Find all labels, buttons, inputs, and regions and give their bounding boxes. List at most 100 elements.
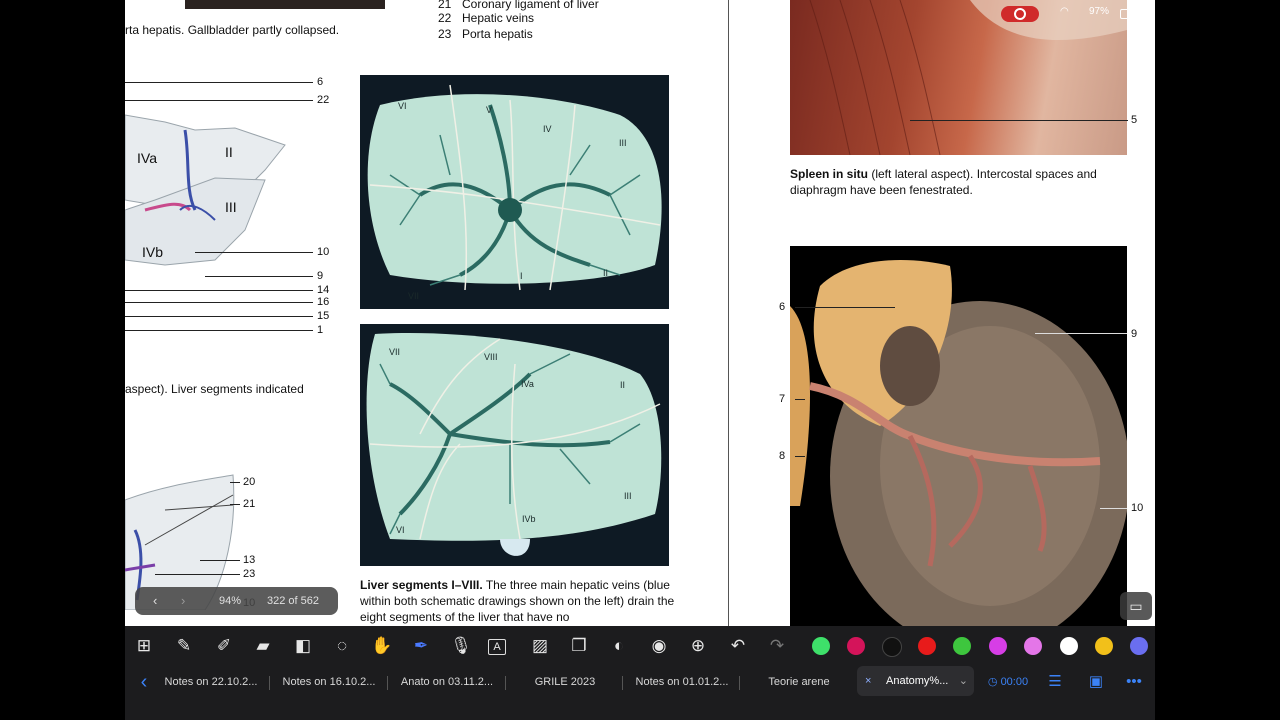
camera-icon[interactable]: ◉ [647,634,671,658]
legend-num: 23 [438,27,452,41]
color-swatch[interactable] [953,637,971,655]
wifi-icon: ◠ [1060,6,1069,17]
figure-label: 14 [317,284,330,296]
spleen-in-situ-photo [790,0,1127,155]
color-swatch[interactable] [1024,637,1042,655]
segment-roman-label: VI [396,525,405,535]
mid-caption: aspect). Liver segments indicated [125,382,304,396]
leader-line [125,316,313,317]
redo-icon[interactable]: ↷ [765,634,789,658]
back-chevron-icon[interactable]: ‹ [133,668,155,696]
segment-roman-label: II [603,268,609,278]
segment-roman-label: I [520,271,523,281]
figure-label: 1 [317,324,324,336]
figure-label: 6 [317,76,324,88]
segment-roman-label: VIII [484,352,498,362]
tab-active-label: Anatomy%... [886,675,949,687]
highlighter-icon[interactable]: ▰ [251,634,275,658]
leader-line [125,302,313,303]
segment-label: IVa [137,150,157,166]
timer-value: 00:00 [1000,676,1029,688]
leader-line [795,456,805,457]
leader-line [125,100,313,101]
ruler-button[interactable]: ▭ [1120,592,1152,620]
leader-line [195,252,313,253]
color-swatch[interactable] [1095,637,1113,655]
liver-segments-caption: Liver segments I–VIII. The three main he… [360,577,680,625]
timer[interactable]: ◷ 00:00 [983,668,1033,696]
undo-icon[interactable]: ↶ [726,634,750,658]
battery-icon [1120,9,1136,19]
pen-blue-icon[interactable]: ✒ [409,634,433,658]
figure-label: 9 [317,270,324,282]
caption-title: Liver segments I–VIII. [360,578,483,592]
spleen-caption: Spleen in situ (left lateral aspect). In… [790,166,1120,198]
eraser-icon[interactable]: ◧ [291,634,315,658]
tab-divider [269,676,270,690]
marker-icon[interactable]: ✐ [212,634,236,658]
annotation-toolbar: ⊞ ✎ ✐ ▰ ◧ ◌ ✋ ✒ 🎙 A ▨ ❐ ◐ ◉ ⊕ ↶ ↷ ‹ Note… [125,626,1155,720]
figure-label: 7 [779,393,786,405]
chevron-right-icon[interactable]: › [181,593,185,608]
segment-roman-label: IV [543,124,552,134]
tab-item[interactable]: Anato on 03.11.2... [397,668,497,696]
segment-roman-label: VI [398,101,407,111]
color-swatch[interactable] [918,637,936,655]
leader-line [200,560,240,561]
recording-indicator[interactable] [1001,6,1039,22]
tab-divider [622,676,623,690]
list-icon[interactable]: ☰ [1044,668,1066,696]
document-viewer[interactable]: rta hepatis. Gallbladder partly collapse… [125,0,1155,720]
document-tabs: ‹ Notes on 22.10.2... Notes on 16.10.2..… [125,666,1155,708]
color-swatch[interactable] [847,637,865,655]
close-icon[interactable]: × [865,666,871,696]
color-swatch[interactable] [989,637,1007,655]
leader-line [1100,508,1127,509]
pen-icon[interactable]: ✎ [172,634,196,658]
tab-divider [505,676,506,690]
chevron-left-icon[interactable]: ‹ [153,593,157,608]
hand-icon[interactable]: ✋ [370,634,394,658]
page-navigator[interactable]: ‹ › 94% 322 of 562 [135,587,338,615]
figure-label: 16 [317,296,330,308]
tab-item-active[interactable]: × Anatomy%... ⌄ [857,666,974,696]
more-icon[interactable]: ••• [1123,668,1145,696]
leader-line [125,82,313,83]
segment-roman-label: IVb [522,514,536,524]
lasso-icon[interactable]: ◌ [330,634,354,658]
record-icon [1014,8,1026,20]
image-icon[interactable]: ▨ [528,634,552,658]
color-swatch[interactable] [812,637,830,655]
tab-item[interactable]: Notes on 01.01.2... [632,668,732,696]
figure-label: 21 [243,498,256,510]
text-box-icon[interactable]: A [488,639,506,655]
tab-item[interactable]: GRILE 2023 [515,668,615,696]
color-swatch[interactable] [882,637,902,657]
tab-item[interactable]: Notes on 16.10.2... [279,668,379,696]
leader-line [910,120,1128,121]
leader-line [795,399,805,400]
color-swatch[interactable] [1130,637,1148,655]
legend-text: Hepatic veins [462,11,535,25]
battery-percent: 97% [1089,6,1110,17]
chevron-down-icon[interactable]: ⌄ [959,666,968,696]
leader-line [155,574,240,575]
copy-icon[interactable]: ❐ [567,634,591,658]
segment-roman-label: VII [408,291,420,301]
add-icon[interactable]: ⊕ [686,634,710,658]
grid-icon[interactable]: ⊞ [132,634,156,658]
page-divider [728,0,729,626]
color-swatch[interactable] [1060,637,1078,655]
ruler-icon: ▭ [1129,598,1143,614]
segment-roman-label: II [620,380,626,390]
mic-icon[interactable]: 🎙 [449,634,473,658]
spleen-specimen-photo [790,246,1127,626]
segment-label: II [225,144,233,160]
layout-icon[interactable]: ▣ [1085,668,1107,696]
figure-label: 15 [317,310,330,322]
leader-line [230,504,240,505]
tab-item[interactable]: Teorie arene [749,668,849,696]
tab-item[interactable]: Notes on 22.10.2... [161,668,261,696]
shape-icon[interactable]: ◐ [607,634,631,658]
top-photo-fragment [185,0,385,9]
